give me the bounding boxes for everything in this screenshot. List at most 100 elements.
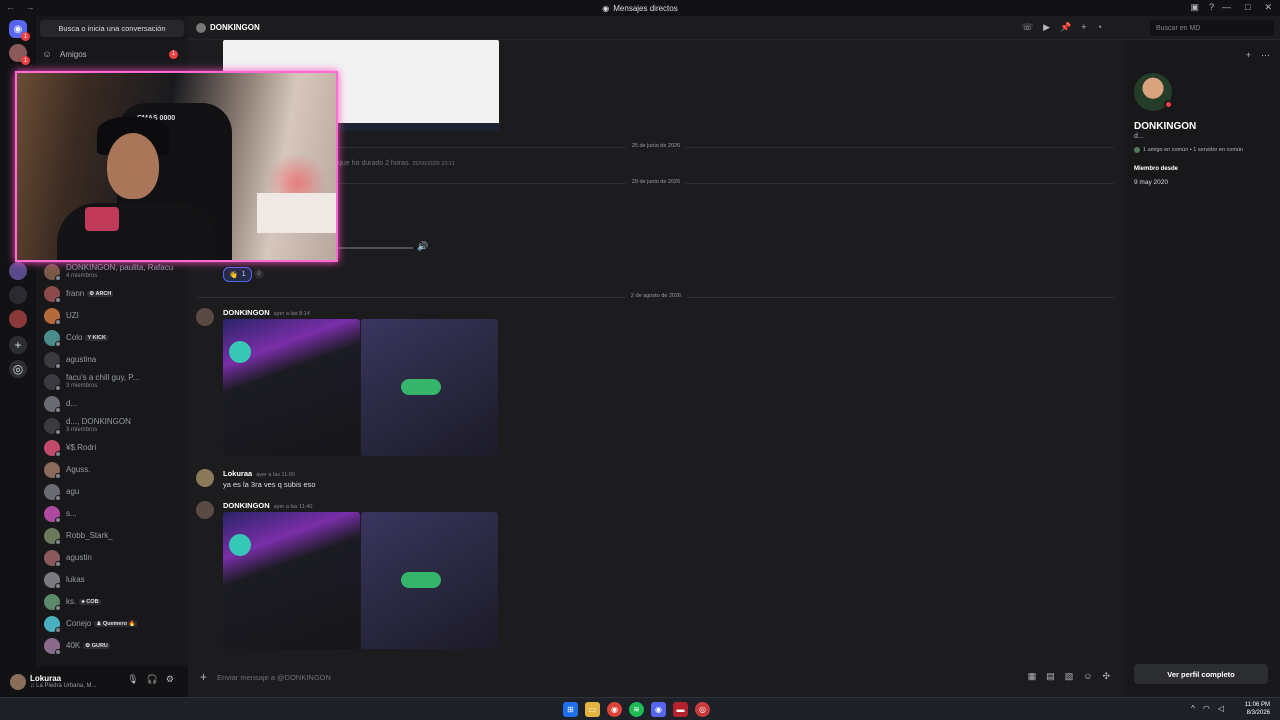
dm-list-item[interactable]: 40K ⚙ GURU [40,635,184,657]
status-dot [55,539,61,545]
headphones-icon[interactable]: 🎧 [147,674,158,685]
nav-arrows[interactable]: ← → [6,2,39,12]
user-profile-icon[interactable]: ◔ [1097,22,1102,33]
dm-list-item[interactable]: Aguss. [40,459,184,481]
dm-list-item[interactable]: ks. ♣ COB [40,591,184,613]
tray-chevron-icon[interactable]: ^ [1191,704,1195,713]
status-dot [55,407,61,413]
gif-icon[interactable]: ▤ [1046,671,1055,682]
dm-list-item[interactable]: ¥$.Rodri [40,437,184,459]
dm-list-item[interactable]: agustin [40,547,184,569]
message-author[interactable]: Lokuraa [223,469,252,478]
dm-list-item[interactable]: DONKINGON, paulita, Rafacu 4 miembros [40,261,184,283]
message-author[interactable]: DONKINGON [223,308,270,317]
image-attachment[interactable] [223,319,360,456]
dm-list-item[interactable]: Robb_Stark_ [40,525,184,547]
dm-text: 40K ⚙ GURU [66,641,110,651]
video-call-icon[interactable]: ▶ [1043,22,1050,33]
discover-icon[interactable]: ◎ [9,360,27,378]
voice-call-icon[interactable]: ☏ [1022,22,1033,33]
pin-icon[interactable]: 📌 [1060,22,1071,33]
more-options-icon[interactable]: ⋯ [1261,50,1270,61]
dm-list-item[interactable]: d..., DONKINGON 3 miembros [40,415,184,437]
app-icon[interactable]: ◎ [695,702,710,717]
status-dot [55,429,61,435]
audio-progress[interactable] [338,247,413,249]
reaction-count: 1 [241,271,246,278]
dm-avatar [44,374,61,391]
user-avatar[interactable] [10,673,26,690]
status-dot [55,363,61,369]
maximize-button[interactable]: □ [1245,2,1250,13]
image-attachment[interactable] [361,319,498,456]
volume-tray-icon[interactable]: ◁ [1218,704,1224,713]
taskbar-clock[interactable]: 11:06 PM 8/3/2026 [1245,701,1270,717]
faded-timestamp: 25/06/2026 23:11 [412,161,455,167]
dm-list-item[interactable]: agustina [40,349,184,371]
dm-list-item[interactable]: UZI [40,305,184,327]
reaction-chip[interactable]: 👋 1 [223,267,252,282]
dm-name-row: Colo Y KICK [66,333,108,343]
apps-icon[interactable]: ✣ [1102,671,1110,682]
image-attachment[interactable] [361,512,498,649]
dm-list-item[interactable]: frann ⚙ ARCH [40,283,184,305]
dm-list-item[interactable]: facu's a chill guy, P... 3 miembros [40,371,184,393]
find-conversation-button[interactable]: Busca o inicia una conversación [40,20,184,37]
app-icon[interactable]: ▬ [673,702,688,717]
microphone-icon[interactable]: 🎙 [127,674,138,685]
dm-name-row: agustina [66,355,96,365]
dm-name: Aguss. [66,464,91,474]
dm-avatar-shortcut[interactable]: 1 [9,44,30,65]
dm-list-item[interactable]: s... [40,503,184,525]
close-button[interactable]: ✕ [1264,2,1272,13]
mutual-info[interactable]: 1 amigo en común • 1 servidor en común [1134,147,1243,153]
dm-name-row: agu [66,487,79,497]
chrome-icon[interactable]: ◉ [607,702,622,717]
gift-icon[interactable]: ▦ [1028,671,1037,682]
dm-text: ks. ♣ COB [66,597,101,607]
discord-taskbar-icon[interactable]: ◉ [651,702,666,717]
dm-text: DONKINGON, paulita, Rafacu 4 miembros [66,263,173,279]
dm-list-item[interactable]: lukas [40,569,184,591]
profile-avatar[interactable] [1134,73,1173,111]
title-bar: ← → ◉ Mensajes directos ▣ ? — □ ✕ [0,0,1280,16]
image-attachment[interactable] [223,512,360,649]
emoji-icon[interactable]: ☺ [1083,671,1092,682]
add-friends-icon[interactable]: + [1081,22,1086,33]
discord-app: ← → ◉ Mensajes directos ▣ ? — □ ✕ ◉ 1 1 +… [0,0,1280,697]
server-icon[interactable] [9,310,27,328]
view-full-profile-button[interactable]: Ver perfil completo [1134,664,1268,684]
message-author[interactable]: DONKINGON [223,501,270,510]
dm-search-input[interactable]: Buscar en MD [1150,20,1274,36]
add-server-icon[interactable]: + [9,336,27,354]
add-reaction-icon[interactable]: ☺ [254,269,264,279]
inbox-icon[interactable]: ▣ [1190,2,1199,13]
dm-text: frann ⚙ ARCH [66,289,114,299]
dm-list-item[interactable]: Colo Y KICK [40,327,184,349]
sticker-icon[interactable]: ▧ [1065,671,1074,682]
message-avatar[interactable] [196,501,214,519]
server-icon[interactable] [9,262,27,280]
server-icon[interactable] [9,286,27,304]
file-explorer-icon[interactable]: ▭ [585,702,600,717]
date-divider-label: 29 de junio de 2026 [625,179,687,185]
start-icon[interactable]: ⊞ [563,702,578,717]
add-friend-icon[interactable]: + [1246,50,1251,61]
friends-nav-item[interactable]: ☺ Amigos 1 [40,46,184,62]
minimize-button[interactable]: — [1222,2,1231,13]
spotify-icon[interactable]: ≋ [629,702,644,717]
settings-gear-icon[interactable]: ⚙ [166,674,174,685]
message-input[interactable]: Enviar mensaje a @DONKINGON [217,673,331,682]
dm-list-item[interactable]: d... [40,393,184,415]
help-icon[interactable]: ? [1209,2,1214,13]
message-avatar[interactable] [196,308,214,326]
dm-avatar [44,594,61,611]
volume-icon[interactable]: 🔊 [417,241,428,252]
attach-plus-icon[interactable]: + [200,670,207,684]
dm-list-item[interactable]: agu [40,481,184,503]
dm-list-item[interactable]: Conejo ♟ Quemero 🔥 [40,613,184,635]
direct-messages-button[interactable]: ◉ 1 [9,20,30,41]
message-avatar[interactable] [196,469,214,487]
wifi-icon[interactable]: ◠ [1203,704,1210,713]
dm-name-row: DONKINGON, paulita, Rafacu [66,263,173,273]
